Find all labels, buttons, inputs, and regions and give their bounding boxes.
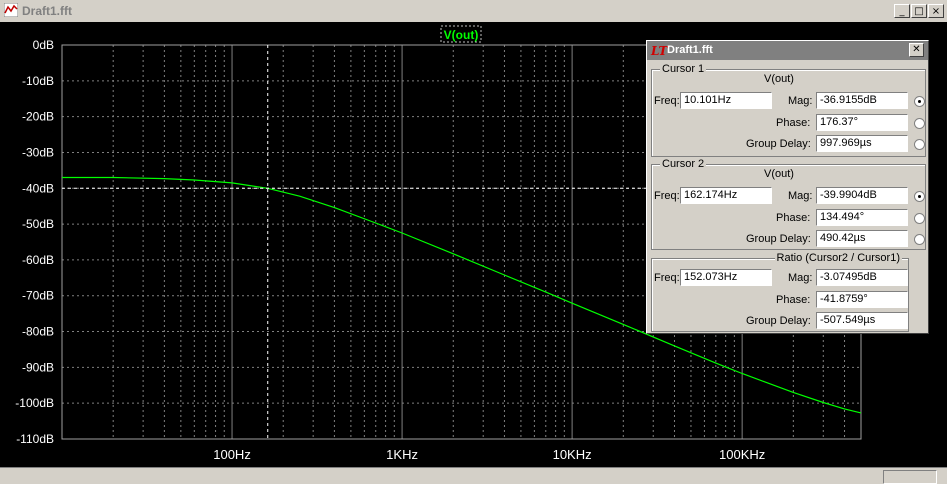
y-tick-label: 0dB — [33, 38, 54, 52]
cursor2-groupdelay-label: Group Delay: — [746, 233, 811, 245]
cursor2-trace: V(out) — [764, 168, 794, 180]
dialog-close-button[interactable]: ✕ — [909, 43, 924, 57]
cursor2-groupdelay-field[interactable]: 490.42µs — [816, 230, 908, 247]
cursor2-group: Cursor 2 V(out) Freq: 162.174Hz Mag: -39… — [651, 158, 926, 250]
ltspice-logo-icon: LT — [651, 44, 668, 58]
cursor1-mag-label: Mag: — [788, 95, 813, 107]
cursor2-label: Cursor 2 — [660, 158, 707, 170]
y-tick-label: -70dB — [22, 289, 54, 303]
ratio-groupdelay-label: Group Delay: — [746, 315, 811, 327]
ratio-groupdelay-field[interactable]: -507.549µs — [816, 312, 908, 329]
cursor1-phase-radio[interactable] — [914, 118, 925, 129]
ratio-phase-field[interactable]: -41.8759° — [816, 291, 908, 308]
y-tick-label: -50dB — [22, 217, 54, 231]
x-tick-label: 1KHz — [386, 447, 418, 462]
x-tick-label: 100Hz — [213, 447, 251, 462]
x-tick-label: 10KHz — [553, 447, 592, 462]
x-tick-label: 100KHz — [719, 447, 765, 462]
cursor2-phase-radio[interactable] — [914, 213, 925, 224]
cursor1-groupdelay-field[interactable]: 997.969µs — [816, 135, 908, 152]
dialog-titlebar[interactable]: LT Draft1.fft ✕ — [647, 41, 928, 60]
cursor2-freq-field[interactable]: 162.174Hz — [680, 187, 772, 204]
cursor2-phase-field[interactable]: 134.494° — [816, 209, 908, 226]
y-tick-label: -60dB — [22, 253, 54, 267]
minimize-button[interactable]: _ — [894, 4, 910, 18]
cursor2-mag-field[interactable]: -39.9904dB — [816, 187, 908, 204]
y-tick-label: -80dB — [22, 325, 54, 339]
waveform-app-icon — [4, 3, 18, 17]
dialog-title: Draft1.fft — [667, 44, 713, 56]
ratio-phase-label: Phase: — [776, 294, 811, 306]
y-tick-label: -90dB — [22, 360, 54, 374]
ratio-freq-label: Freq: — [654, 272, 680, 284]
x-axis-ticks: 100Hz 1KHz 10KHz 100KHz — [213, 447, 765, 462]
cursor1-mag-radio[interactable] — [914, 96, 925, 107]
cursor1-mag-field[interactable]: -36.9155dB — [816, 92, 908, 109]
ratio-mag-label: Mag: — [788, 272, 813, 284]
cursor1-groupdelay-radio[interactable] — [914, 139, 925, 150]
y-axis-ticks: 0dB -10dB -20dB -30dB -40dB -50dB -60dB -70dB -8… — [15, 38, 54, 446]
y-tick-label: -100dB — [15, 396, 54, 410]
maximize-button[interactable]: □ — [911, 4, 927, 18]
cursor2-phase-label: Phase: — [776, 212, 811, 224]
cursor2-freq-label: Freq: — [654, 190, 680, 202]
cursor1-phase-field[interactable]: 176.37° — [816, 114, 908, 131]
y-tick-label: -30dB — [22, 145, 54, 159]
ratio-label: Ratio (Cursor2 / Cursor1) — [774, 252, 902, 264]
y-tick-label: -110dB — [16, 432, 54, 446]
cursor2-mag-radio[interactable] — [914, 191, 925, 202]
trace-label: V(out) — [444, 28, 479, 42]
ratio-mag-field[interactable]: -3.07495dB — [816, 269, 908, 286]
cursor1-trace: V(out) — [764, 73, 794, 85]
window-titlebar: Draft1.fft _ □ × — [0, 0, 947, 23]
cursor1-freq-label: Freq: — [654, 95, 680, 107]
cursor2-mag-label: Mag: — [788, 190, 813, 202]
y-tick-label: -40dB — [22, 181, 54, 195]
close-window-button[interactable]: × — [928, 4, 944, 18]
cursor1-freq-field[interactable]: 10.101Hz — [680, 92, 772, 109]
cursor-readout-dialog: LT Draft1.fft ✕ Cursor 1 V(out) Freq: 10… — [646, 40, 929, 334]
cursor1-group: Cursor 1 V(out) Freq: 10.101Hz Mag: -36.… — [651, 63, 926, 157]
y-tick-label: -10dB — [22, 74, 54, 88]
status-bar — [0, 467, 947, 484]
ratio-freq-field[interactable]: 152.073Hz — [680, 269, 772, 286]
y-tick-label: -20dB — [22, 110, 54, 124]
cursor1-phase-label: Phase: — [776, 117, 811, 129]
window-title: Draft1.fft — [22, 4, 72, 18]
ratio-group: Ratio (Cursor2 / Cursor1) Freq: 152.073H… — [651, 252, 909, 332]
cursor1-label: Cursor 1 — [660, 63, 707, 75]
cursor1-groupdelay-label: Group Delay: — [746, 138, 811, 150]
cursor2-groupdelay-radio[interactable] — [914, 234, 925, 245]
